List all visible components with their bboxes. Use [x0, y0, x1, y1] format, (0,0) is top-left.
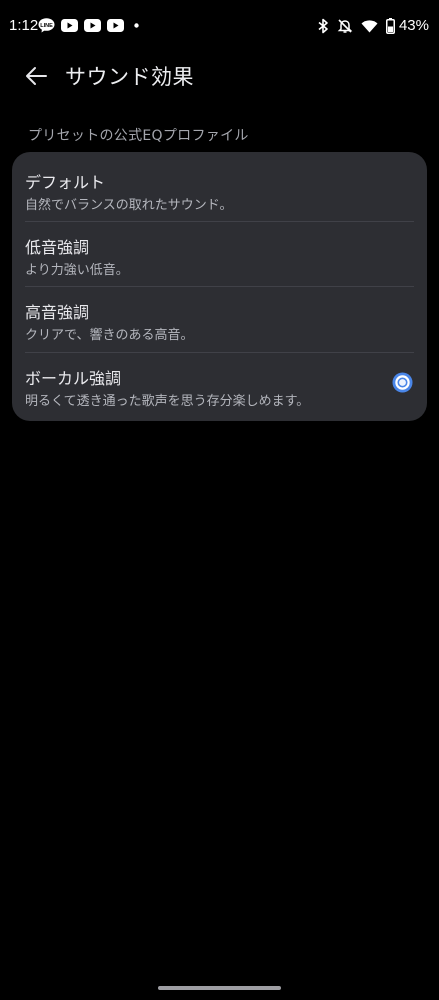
- section-header: プリセットの公式EQプロファイル: [28, 128, 249, 144]
- status-bar: 1:12 LINE 43%: [0, 0, 439, 54]
- option-default[interactable]: デフォルト 自然でバランスの取れたサウンド。: [12, 154, 427, 219]
- option-subtitle: 自然でバランスの取れたサウンド。: [25, 198, 233, 213]
- line-icon: LINE: [38, 18, 55, 33]
- radio-selected-icon[interactable]: [392, 372, 413, 393]
- system-icons: 43%: [317, 17, 429, 34]
- youtube-icon: [84, 19, 101, 32]
- eq-profile-list: デフォルト 自然でバランスの取れたサウンド。 低音強調 より力強い低音。 高音強…: [12, 152, 427, 421]
- option-title: ボーカル強調: [25, 369, 122, 388]
- back-button[interactable]: [22, 62, 50, 90]
- option-subtitle: クリアで、響きのある高音。: [25, 328, 194, 343]
- youtube-icon: [107, 19, 124, 32]
- arrow-back-icon: [26, 67, 47, 85]
- option-title: 高音強調: [25, 303, 90, 322]
- wifi-icon: [361, 19, 378, 33]
- app-bar: サウンド効果: [0, 54, 439, 98]
- svg-text:LINE: LINE: [40, 23, 53, 29]
- youtube-icon: [61, 19, 78, 32]
- dot-icon: [134, 23, 139, 28]
- mute-icon: [337, 18, 353, 34]
- option-title: デフォルト: [25, 173, 106, 192]
- option-subtitle: 明るくて透き通った歌声を思う存分楽しめます。: [25, 394, 310, 409]
- battery-percent: 43%: [398, 17, 429, 34]
- option-vocal-boost[interactable]: ボーカル強調 明るくて透き通った歌声を思う存分楽しめます。: [12, 350, 427, 415]
- status-time: 1:12: [9, 17, 39, 34]
- page-title: サウンド効果: [65, 65, 194, 89]
- option-bass-boost[interactable]: 低音強調 より力強い低音。: [12, 219, 427, 284]
- battery-icon: [385, 17, 395, 34]
- option-subtitle: より力強い低音。: [25, 263, 129, 278]
- bluetooth-icon: [317, 18, 329, 34]
- gesture-nav-bar[interactable]: [158, 986, 281, 990]
- option-treble-boost[interactable]: 高音強調 クリアで、響きのある高音。: [12, 284, 427, 349]
- notification-icons: LINE: [38, 18, 139, 33]
- option-title: 低音強調: [25, 238, 90, 257]
